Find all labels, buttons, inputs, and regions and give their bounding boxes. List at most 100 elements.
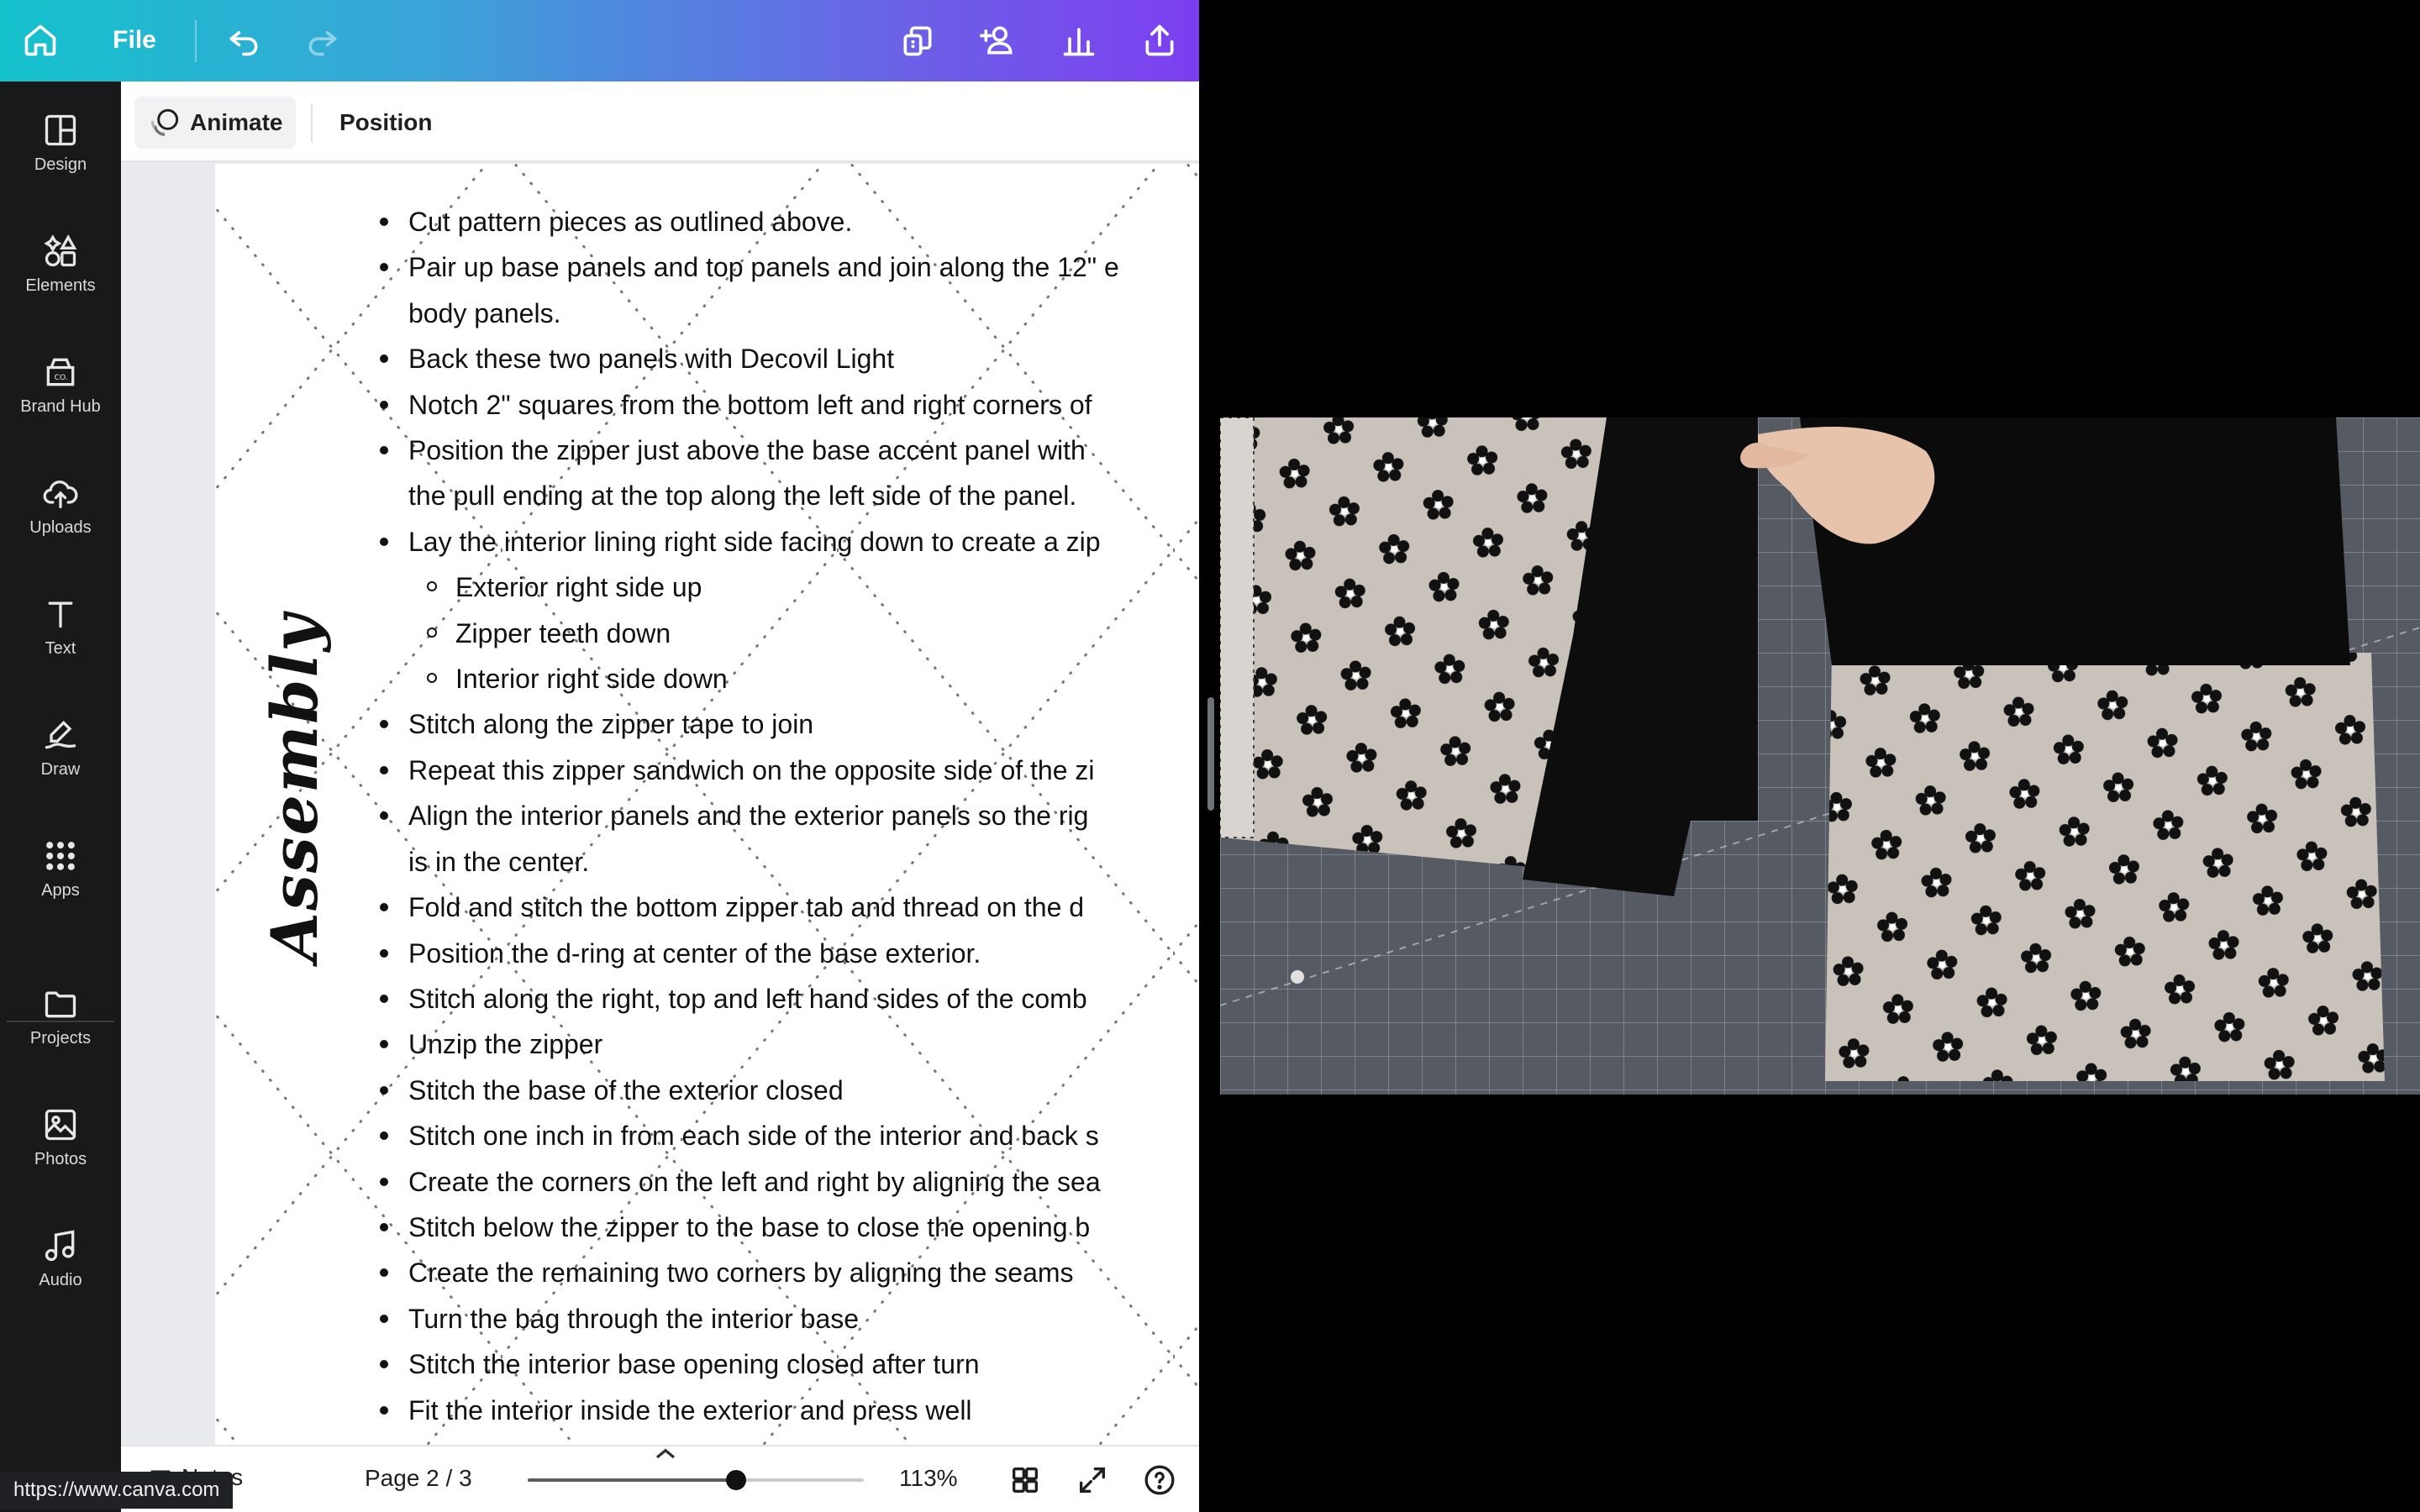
list-item[interactable]: Fit the interior inside the exterior and… (380, 1388, 1199, 1433)
assembly-steps-list[interactable]: Cut pattern pieces as outlined above. Pai… (380, 199, 1199, 1433)
sub-list-item[interactable]: Zipper teeth down (408, 611, 1199, 656)
sidebar-item-apps[interactable]: Apps (0, 814, 121, 923)
brand-hub-icon: CO. (46, 358, 75, 386)
list-item-text: Stitch one inch in from each side of the… (408, 1121, 1099, 1152)
bullet-icon (380, 1085, 388, 1095)
zoom-slider[interactable] (528, 1470, 864, 1490)
share-people-button[interactable] (975, 12, 1022, 69)
home-button[interactable] (17, 12, 64, 69)
list-item-text: Stitch along the zipper tape to join (408, 709, 814, 740)
grid-view-icon (1013, 1467, 1038, 1493)
redo-button[interactable] (299, 12, 346, 69)
list-item-continuation[interactable]: the pull ending at the top along the lef… (408, 473, 1199, 518)
list-item[interactable]: Repeat this zipper sandwich on the oppos… (380, 748, 1199, 793)
section-title-assembly[interactable]: Assembly (257, 613, 341, 962)
sidebar-item-draw[interactable]: Draw (0, 693, 121, 802)
list-item-text: is in the center. (408, 846, 590, 877)
bullet-icon (380, 1222, 388, 1231)
insights-icon (1063, 28, 1095, 56)
list-item[interactable]: Unzip the zipper (380, 1021, 1199, 1067)
zoom-percentage[interactable]: 113% (899, 1465, 958, 1492)
list-item[interactable]: Position the d-ring at center of the bas… (380, 931, 1199, 976)
list-item[interactable]: Fold and stitch the bottom zipper tab an… (380, 885, 1199, 930)
list-item[interactable]: Stitch the base of the exterior closed (380, 1068, 1199, 1113)
sidebar-item-brand-hub[interactable]: CO. Brand Hub (0, 330, 121, 439)
list-item[interactable]: Stitch along the zipper tape to join (380, 701, 1199, 747)
list-item-text: Stitch along the right, top and left han… (408, 983, 1087, 1014)
list-item[interactable]: Position the zipper just above the base … (380, 428, 1199, 473)
undo-button[interactable] (220, 12, 267, 69)
split-resize-handle[interactable] (1207, 697, 1214, 811)
zoom-slider-handle[interactable] (726, 1470, 746, 1490)
hollow-bullet-icon (427, 581, 437, 592)
sidebar-item-label: Apps (41, 880, 80, 900)
list-item[interactable]: Pair up base panels and top panels and j… (380, 244, 1199, 290)
sidebar-item-projects[interactable]: Projects (0, 962, 121, 1071)
position-button[interactable]: Position (326, 97, 445, 149)
list-item-text: Pair up base panels and top panels and j… (408, 252, 1119, 283)
list-item-text: Position the d-ring at center of the bas… (408, 937, 981, 969)
sidebar-item-text[interactable]: Text (0, 572, 121, 681)
sidebar-item-photos[interactable]: Photos (0, 1083, 121, 1192)
list-item[interactable]: Lay the interior lining right side facin… (380, 519, 1199, 564)
expand-icon (1080, 1467, 1105, 1493)
bottom-status-bar: Notes Page 2 / 3 113% (121, 1445, 1199, 1512)
sidebar-item-design[interactable]: Design (0, 88, 121, 197)
list-item[interactable]: Back these two panels with Decovil Light (380, 336, 1199, 381)
bullet-icon (380, 1405, 388, 1415)
bullet-icon (380, 994, 388, 1003)
list-item[interactable]: Create the corners on the left and right… (380, 1159, 1199, 1205)
list-item-text: Position the zipper just above the base … (408, 435, 1086, 466)
list-item[interactable]: Create the remaining two corners by alig… (380, 1250, 1199, 1295)
sewing-scene-illustration (1220, 417, 2420, 1095)
upload-share-button[interactable] (1136, 12, 1183, 69)
sidebar-item-audio[interactable]: Audio (0, 1204, 121, 1313)
sidebar-item-label: Uploads (29, 517, 92, 537)
sidebar-item-uploads[interactable]: Uploads (0, 451, 121, 560)
list-item-continuation[interactable]: body panels. (408, 291, 1199, 336)
list-item[interactable]: Stitch below the zipper to the base to c… (380, 1205, 1199, 1250)
bullet-icon (380, 400, 388, 409)
sidebar-item-elements[interactable]: Elements (0, 209, 121, 318)
list-item[interactable]: Turn the bag through the interior base (380, 1296, 1199, 1341)
list-item[interactable]: Stitch one inch in from each side of the… (380, 1113, 1199, 1158)
apps-icon (46, 841, 75, 870)
design-page[interactable]: Assembly Cut pattern pieces as outlined … (215, 164, 1199, 1445)
insights-button[interactable] (1055, 12, 1102, 69)
list-item[interactable]: Align the interior panels and the exteri… (380, 793, 1199, 838)
grid-view-button[interactable] (1007, 1462, 1044, 1499)
list-item-text: Turn the bag through the interior base (408, 1303, 860, 1334)
list-item-text: Create the remaining two corners by alig… (408, 1257, 1074, 1289)
list-item-continuation[interactable]: is in the center. (408, 839, 1199, 885)
list-item-text: the pull ending at the top along the lef… (408, 480, 1077, 512)
top-toolbar: File (0, 0, 1199, 81)
animate-label: Animate (190, 109, 283, 135)
page-indicator[interactable]: Page 2 / 3 (365, 1465, 472, 1492)
list-item-text: Notch 2" squares from the bottom left an… (408, 389, 1092, 420)
list-item[interactable]: Stitch along the right, top and left han… (380, 976, 1199, 1021)
left-sidebar: Design Elements CO. Brand Hub Uploads Te… (0, 81, 121, 1512)
toolbar-divider (311, 103, 313, 142)
sewing-video-frame[interactable] (1220, 417, 2420, 1095)
list-item[interactable]: Stitch the interior base opening closed … (380, 1341, 1199, 1387)
fullscreen-button[interactable] (1074, 1462, 1111, 1499)
resize-button[interactable] (894, 12, 941, 69)
canvas-area: Assembly Cut pattern pieces as outlined … (121, 164, 1199, 1445)
list-item-text: Fold and stitch the bottom zipper tab an… (408, 892, 1085, 923)
toolbar-divider (195, 20, 197, 62)
list-item[interactable]: Cut pattern pieces as outlined above. (380, 199, 1199, 244)
list-item-text: body panels. (408, 297, 561, 328)
chevron-up-icon[interactable] (649, 1443, 682, 1463)
list-item-text: Stitch the interior base opening closed … (408, 1349, 980, 1380)
svg-text:CO.: CO. (55, 373, 68, 382)
bullet-icon (380, 765, 388, 774)
context-toolbar: Animate Position (121, 81, 1199, 162)
file-menu-button[interactable]: File (104, 12, 165, 69)
sub-list-item[interactable]: Interior right side down (408, 656, 1199, 701)
sidebar-item-label: Draw (40, 759, 81, 779)
sub-list-item[interactable]: Exterior right side up (408, 564, 1199, 610)
list-item[interactable]: Notch 2" squares from the bottom left an… (380, 382, 1199, 428)
sidebar-item-label: Audio (39, 1270, 82, 1289)
help-button[interactable] (1141, 1462, 1178, 1499)
animate-button[interactable]: Animate (134, 97, 296, 149)
